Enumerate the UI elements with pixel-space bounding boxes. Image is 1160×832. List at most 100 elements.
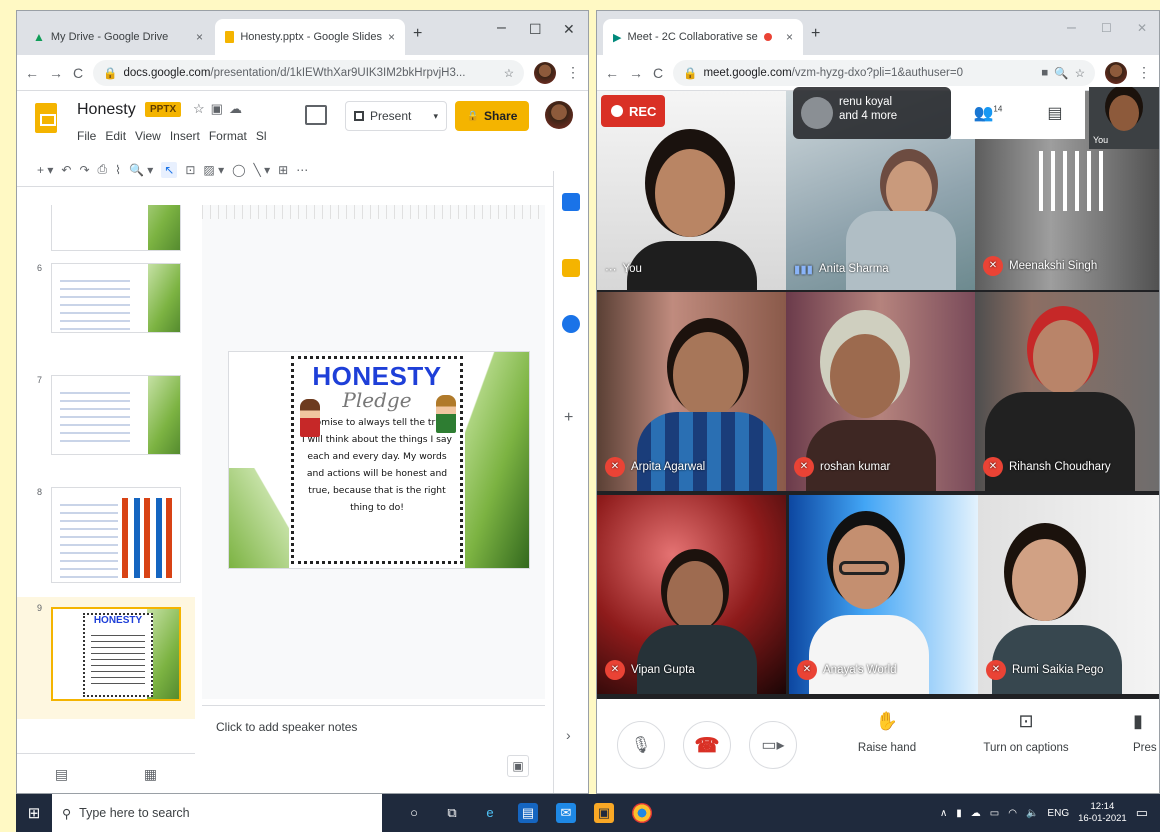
cloud-icon[interactable]: ☁ <box>229 101 248 116</box>
taskbar-search[interactable]: ⚲ Type here to search <box>52 794 382 832</box>
account-avatar[interactable] <box>545 101 573 129</box>
store-icon[interactable]: ▣ <box>594 803 614 823</box>
slide-thumbnail[interactable]: 8 <box>17 487 195 595</box>
current-slide[interactable]: HONESTY Pledge I promise to always tell … <box>228 351 530 569</box>
minimize-button[interactable]: – <box>1067 19 1076 37</box>
onedrive-icon[interactable]: ☁ <box>971 808 981 819</box>
more-menu-icon[interactable]: ⋮ <box>1137 64 1151 81</box>
back-arrow-icon[interactable]: ← <box>25 65 39 81</box>
redo-icon[interactable]: ↷ <box>79 163 89 177</box>
folder-icon[interactable]: ▣ <box>211 101 229 116</box>
mail-icon[interactable]: ✉ <box>556 803 576 823</box>
forward-arrow-icon[interactable]: → <box>629 65 643 81</box>
task-view-icon[interactable]: ⧉ <box>442 803 462 823</box>
volume-icon[interactable]: 🔈 <box>1026 808 1038 819</box>
chrome-icon[interactable] <box>632 803 652 823</box>
url-field[interactable]: 🔒 meet.google.com/vzm-hyzg-dxo?pli=1&aut… <box>673 59 1095 86</box>
present-dropdown-icon[interactable]: ▾ <box>433 111 438 122</box>
back-arrow-icon[interactable]: ← <box>605 65 619 81</box>
present-now-button[interactable]: ▮ Pres <box>1133 711 1159 754</box>
participant-tile[interactable]: ✕ Rumi Saikia Pego <box>978 495 1159 694</box>
language-indicator[interactable]: ENG <box>1047 808 1069 819</box>
notifications-icon[interactable]: ▭ <box>1136 805 1148 821</box>
speaker-notes[interactable]: Click to add speaker notes ▣ <box>202 705 545 793</box>
document-title[interactable]: Honesty <box>77 101 136 119</box>
line-icon[interactable]: ╲ ▾ <box>254 163 271 177</box>
filmstrip-view-icon[interactable]: ▤ <box>55 766 68 783</box>
participant-tile[interactable]: ✕ Arpita Agarwal <box>597 292 786 491</box>
battery-icon[interactable]: ▭ <box>990 808 999 819</box>
raise-hand-button[interactable]: ✋ Raise hand <box>847 711 927 754</box>
more-tools-icon[interactable]: ⋯ <box>296 163 308 177</box>
image-icon[interactable]: ▨ ▾ <box>203 163 224 177</box>
slide-thumbnail-selected[interactable]: 9 HONESTY <box>17 597 195 719</box>
menu-edit[interactable]: Edit <box>105 129 126 143</box>
slide-thumbnail[interactable] <box>17 205 195 255</box>
file-explorer-icon[interactable]: ▤ <box>518 803 538 823</box>
participant-tile[interactable]: ✕ Anaya's World <box>789 495 978 694</box>
tab-google-slides[interactable]: Honesty.pptx - Google Slides × <box>215 19 405 55</box>
camera-button[interactable]: ▭▸ <box>749 721 797 769</box>
edge-icon[interactable]: e <box>480 803 500 823</box>
profile-avatar[interactable] <box>534 61 556 84</box>
shape-icon[interactable]: ◯ <box>232 163 245 177</box>
clock[interactable]: 12:14 16-01-2021 <box>1078 801 1127 825</box>
slide-thumbnail[interactable]: 7 <box>17 375 195 479</box>
network-icon[interactable]: ▮ <box>956 808 962 819</box>
pledge-card[interactable]: HONESTY Pledge I promise to always tell … <box>291 356 463 564</box>
menu-file[interactable]: File <box>77 129 96 143</box>
menu-insert[interactable]: Insert <box>170 129 200 143</box>
menu-view[interactable]: View <box>135 129 161 143</box>
add-addon-icon[interactable]: + <box>564 409 573 427</box>
new-tab-button[interactable]: + <box>811 25 820 43</box>
maximize-button[interactable]: ☐ <box>529 21 542 38</box>
collapse-panel-icon[interactable]: › <box>566 727 571 743</box>
tab-meet[interactable]: ▶ Meet - 2C Collaborative se × <box>603 19 803 55</box>
participant-tile[interactable]: ✕ Vipan Gupta <box>597 495 786 694</box>
keep-icon[interactable] <box>562 259 580 277</box>
windows-start-icon[interactable]: ⊞ <box>16 804 52 822</box>
close-tab-icon[interactable]: × <box>196 30 203 44</box>
wifi-icon[interactable]: ◠ <box>1008 808 1017 819</box>
star-icon[interactable]: ☆ <box>1075 66 1085 80</box>
tasks-icon[interactable] <box>562 315 580 333</box>
undo-icon[interactable]: ↶ <box>61 163 71 177</box>
menu-format[interactable]: Format <box>209 129 247 143</box>
explore-icon[interactable]: ▣ <box>507 755 529 777</box>
select-tool-icon[interactable]: ↖ <box>161 161 178 178</box>
maximize-button[interactable]: ☐ <box>1101 21 1112 35</box>
participant-tile[interactable]: ✕ Rihansh Choudhary <box>975 292 1159 491</box>
captions-button[interactable]: ⊡ Turn on captions <box>971 711 1081 754</box>
forward-arrow-icon[interactable]: → <box>49 65 63 81</box>
close-window-button[interactable]: ✕ <box>563 21 575 38</box>
zoom-icon[interactable]: 🔍 ▾ <box>129 163 153 177</box>
chat-icon[interactable]: ▤ <box>1047 103 1062 123</box>
textbox-icon[interactable]: ⊡ <box>185 163 195 177</box>
url-field[interactable]: 🔒 docs.google.com/presentation/d/1kIEWth… <box>93 59 524 86</box>
new-slide-icon[interactable]: + ▾ <box>37 163 53 177</box>
new-tab-button[interactable]: + <box>413 25 422 43</box>
profile-avatar[interactable] <box>1105 61 1127 84</box>
people-icon[interactable]: 👥14 <box>974 103 1003 123</box>
reload-icon[interactable]: C <box>653 65 663 81</box>
menu-slide[interactable]: Sl <box>256 129 267 143</box>
comments-icon[interactable] <box>305 105 327 125</box>
print-icon[interactable]: ⎙ <box>98 162 108 177</box>
participant-tile[interactable]: ✕ roshan kumar <box>786 292 975 491</box>
calendar-icon[interactable] <box>562 193 580 211</box>
present-button[interactable]: Present ▾ <box>345 101 447 131</box>
camera-indicator-icon[interactable]: ■ <box>1041 67 1048 79</box>
slide-thumbnail[interactable]: 6 <box>17 263 195 367</box>
minimize-button[interactable]: – <box>497 19 506 37</box>
share-button[interactable]: 🔒 Share <box>455 101 529 131</box>
close-tab-icon[interactable]: × <box>786 30 793 44</box>
star-icon[interactable]: ☆ <box>504 66 514 80</box>
microphone-button[interactable]: 🎙 <box>617 721 665 769</box>
slide-canvas[interactable]: HONESTY Pledge I promise to always tell … <box>202 205 545 699</box>
tab-google-drive[interactable]: ▲ My Drive - Google Drive × <box>23 19 213 55</box>
close-window-button[interactable]: ✕ <box>1137 21 1147 35</box>
leave-call-button[interactable]: ☎ <box>683 721 731 769</box>
slides-logo-icon[interactable] <box>35 103 57 133</box>
more-menu-icon[interactable]: ⋮ <box>566 64 580 81</box>
search-icon[interactable]: 🔍 <box>1054 66 1068 80</box>
